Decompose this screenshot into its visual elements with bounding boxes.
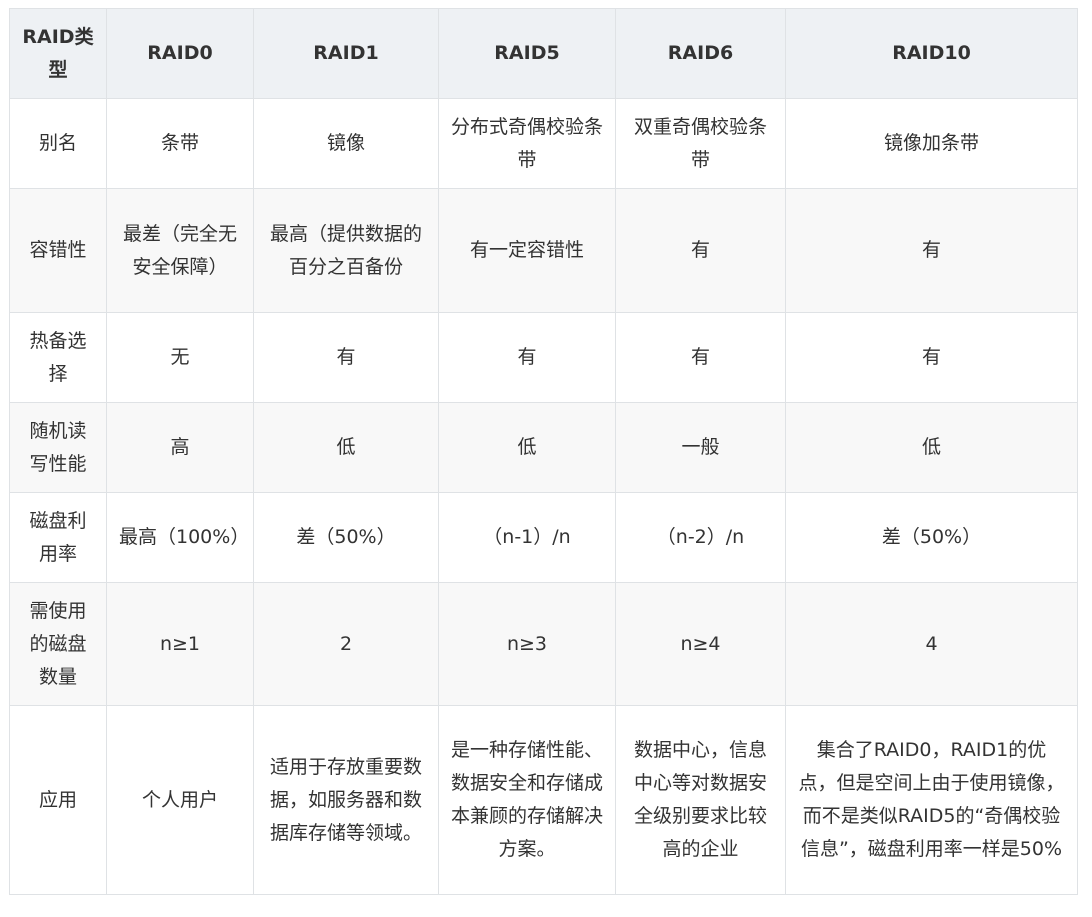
header-row: RAID类型 RAID0 RAID1 RAID5 RAID6 RAID10: [9, 8, 1078, 99]
row-label: 需使用的磁盘数量: [9, 582, 107, 706]
table-cell: 高: [106, 402, 254, 493]
table-cell: 最高（提供数据的百分之百备份: [253, 188, 439, 313]
table-cell: 适用于存放重要数据，如服务器和数据库存储等领域。: [253, 705, 439, 895]
raid-comparison-container: RAID类型 RAID0 RAID1 RAID5 RAID6 RAID10 别名…: [9, 8, 1078, 895]
row-label: 应用: [9, 705, 107, 895]
table-cell: 有: [785, 188, 1078, 313]
table-cell: 有: [253, 312, 439, 403]
table-row-random-rw: 随机读写性能 高 低 低 一般 低: [9, 402, 1078, 493]
header-raid5: RAID5: [438, 8, 616, 99]
table-cell: （n-1）/n: [438, 492, 616, 583]
row-label: 随机读写性能: [9, 402, 107, 493]
table-cell: 最差（完全无安全保障）: [106, 188, 254, 313]
table-cell: 低: [785, 402, 1078, 493]
table-cell: 最高（100%）: [106, 492, 254, 583]
header-raid-type: RAID类型: [9, 8, 107, 99]
header-raid1: RAID1: [253, 8, 439, 99]
table-cell: 条带: [106, 98, 254, 189]
table-body: 别名 条带 镜像 分布式奇偶校验条带 双重奇偶校验条带 镜像加条带 容错性 最差…: [9, 98, 1078, 895]
table-cell: 无: [106, 312, 254, 403]
table-cell: 镜像加条带: [785, 98, 1078, 189]
table-cell: n≥3: [438, 582, 616, 706]
row-label: 容错性: [9, 188, 107, 313]
table-cell: 双重奇偶校验条带: [615, 98, 786, 189]
table-cell: 有: [438, 312, 616, 403]
table-cell: 有: [615, 188, 786, 313]
table-cell: 数据中心，信息中心等对数据安全级别要求比较高的企业: [615, 705, 786, 895]
table-cell: 低: [438, 402, 616, 493]
row-label: 热备选择: [9, 312, 107, 403]
table-row-alias: 别名 条带 镜像 分布式奇偶校验条带 双重奇偶校验条带 镜像加条带: [9, 98, 1078, 189]
row-label: 磁盘利用率: [9, 492, 107, 583]
table-row-application: 应用 个人用户 适用于存放重要数据，如服务器和数据库存储等领域。 是一种存储性能…: [9, 705, 1078, 895]
table-cell: 镜像: [253, 98, 439, 189]
table-cell: 差（50%）: [785, 492, 1078, 583]
table-row-disk-utilization: 磁盘利用率 最高（100%） 差（50%） （n-1）/n （n-2）/n 差（…: [9, 492, 1078, 583]
header-raid6: RAID6: [615, 8, 786, 99]
table-cell: 是一种存储性能、数据安全和存储成本兼顾的存储解决方案。: [438, 705, 616, 895]
header-raid0: RAID0: [106, 8, 254, 99]
table-cell: 2: [253, 582, 439, 706]
table-row-hot-spare: 热备选择 无 有 有 有 有: [9, 312, 1078, 403]
raid-comparison-table: RAID类型 RAID0 RAID1 RAID5 RAID6 RAID10 别名…: [9, 8, 1078, 895]
table-cell: 有: [615, 312, 786, 403]
table-cell: 有: [785, 312, 1078, 403]
table-cell: n≥4: [615, 582, 786, 706]
row-label: 别名: [9, 98, 107, 189]
table-cell: 4: [785, 582, 1078, 706]
header-raid10: RAID10: [785, 8, 1078, 99]
table-header: RAID类型 RAID0 RAID1 RAID5 RAID6 RAID10: [9, 8, 1078, 99]
table-cell: 分布式奇偶校验条带: [438, 98, 616, 189]
table-cell: 集合了RAID0，RAID1的优点，但是空间上由于使用镜像，而不是类似RAID5…: [785, 705, 1078, 895]
table-cell: 低: [253, 402, 439, 493]
table-cell: 一般: [615, 402, 786, 493]
table-row-fault-tolerance: 容错性 最差（完全无安全保障） 最高（提供数据的百分之百备份 有一定容错性 有 …: [9, 188, 1078, 313]
table-row-disk-count: 需使用的磁盘数量 n≥1 2 n≥3 n≥4 4: [9, 582, 1078, 706]
table-cell: n≥1: [106, 582, 254, 706]
table-cell: 有一定容错性: [438, 188, 616, 313]
table-cell: （n-2）/n: [615, 492, 786, 583]
table-cell: 个人用户: [106, 705, 254, 895]
table-cell: 差（50%）: [253, 492, 439, 583]
